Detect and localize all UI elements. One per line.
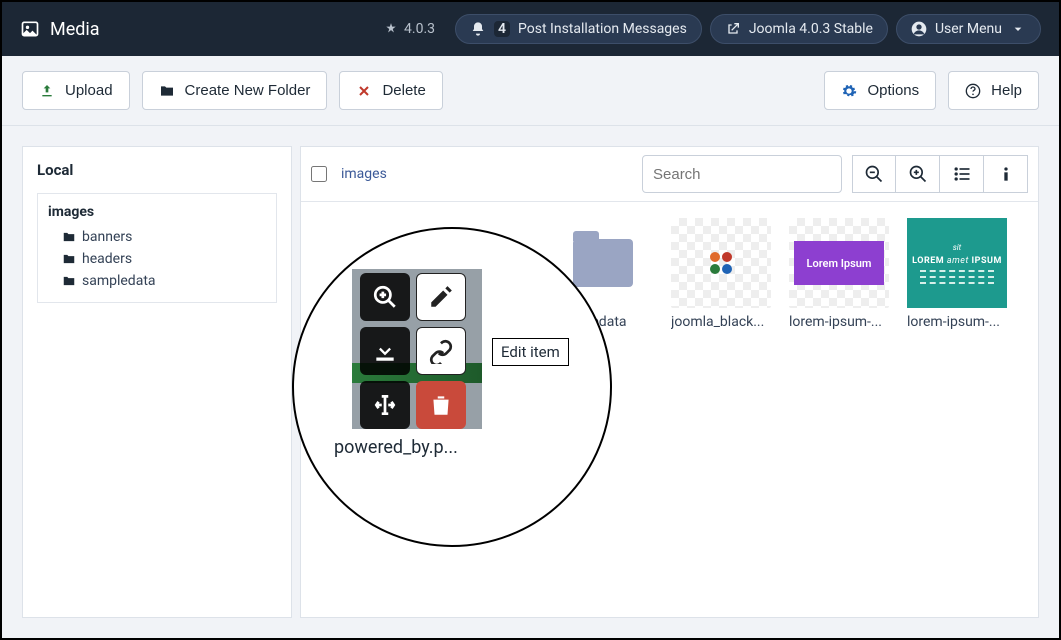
edit-tooltip: Edit item	[492, 338, 569, 366]
trash-icon	[428, 392, 454, 418]
grid-item-label: joomla_black...	[671, 314, 771, 330]
selected-thumbnail	[352, 269, 482, 429]
list-icon	[952, 164, 972, 184]
delete-action[interactable]	[416, 381, 466, 429]
pencil-icon	[428, 284, 454, 310]
thumbnail-teal: sit LOREM amet IPSUM	[907, 218, 1007, 308]
grid-item-label: lorem-ipsum-...	[907, 314, 1007, 330]
thumbnail-purple: Lorem Ipsum	[789, 218, 889, 308]
options-button[interactable]: Options	[824, 71, 936, 110]
tree-item-sampledata[interactable]: sampledata	[48, 270, 266, 292]
sidebar-tree: images banners headers sampledata	[37, 193, 277, 303]
help-icon	[965, 83, 981, 99]
zoom-in-icon	[372, 284, 398, 310]
joomla-version: 4.0.3	[384, 21, 435, 37]
link-icon	[428, 338, 454, 364]
user-menu-pill[interactable]: User Menu	[896, 14, 1041, 44]
post-install-label: Post Installation Messages	[518, 21, 687, 37]
user-icon	[911, 21, 927, 37]
info-button[interactable]	[984, 155, 1028, 193]
folder-icon	[573, 239, 633, 287]
item-action-grid	[360, 273, 466, 429]
tree-item-headers[interactable]: headers	[48, 248, 266, 270]
notifications-count: 4	[494, 21, 510, 37]
download-icon	[372, 338, 398, 364]
top-bar: Media 4.0.3 4 Post Installation Messages…	[2, 2, 1059, 56]
create-folder-button[interactable]: Create New Folder	[142, 71, 328, 110]
chevron-down-icon	[1010, 21, 1026, 37]
edit-action[interactable]	[416, 273, 466, 321]
zoom-out-button[interactable]	[852, 155, 896, 193]
tree-root[interactable]: images	[48, 204, 266, 220]
info-icon	[996, 164, 1016, 184]
breadcrumb[interactable]: images	[341, 166, 387, 182]
folder-icon	[159, 83, 175, 99]
toolbar: Upload Create New Folder Delete Options …	[2, 56, 1059, 126]
rename-action[interactable]	[360, 381, 410, 429]
rename-icon	[372, 392, 398, 418]
folder-icon	[62, 230, 76, 244]
delete-button[interactable]: Delete	[339, 71, 442, 110]
grid-item-image[interactable]: joomla_black...	[671, 218, 771, 330]
preview-action[interactable]	[360, 273, 410, 321]
tree-item-banners[interactable]: banners	[48, 226, 266, 248]
grid-item-image[interactable]: Lorem Ipsum lorem-ipsum-...	[789, 218, 889, 330]
delete-icon	[356, 83, 372, 99]
folder-icon	[62, 252, 76, 266]
joomla-stable-pill[interactable]: Joomla 4.0.3 Stable	[710, 14, 888, 44]
joomla-icon	[384, 22, 398, 36]
upload-button[interactable]: Upload	[22, 71, 130, 110]
search-input[interactable]	[642, 155, 842, 193]
page-title: Media	[20, 19, 100, 40]
magnifier-callout: powered_by.p...	[292, 227, 612, 547]
page-title-text: Media	[50, 19, 100, 40]
folder-icon	[62, 274, 76, 288]
external-link-icon	[725, 21, 741, 37]
sidebar-heading: Local	[37, 161, 277, 179]
list-view-button[interactable]	[940, 155, 984, 193]
bell-icon	[470, 21, 486, 37]
download-action[interactable]	[360, 327, 410, 375]
image-icon	[20, 19, 40, 39]
zoom-in-icon	[908, 164, 928, 184]
content-header: images	[301, 147, 1038, 202]
callout-filename: powered_by.p...	[334, 437, 458, 458]
select-all-checkbox[interactable]	[311, 166, 327, 182]
gear-icon	[841, 83, 857, 99]
zoom-in-button[interactable]	[896, 155, 940, 193]
help-button[interactable]: Help	[948, 71, 1039, 110]
upload-icon	[39, 83, 55, 99]
grid-item-image[interactable]: sit LOREM amet IPSUM lorem-ipsum-...	[907, 218, 1007, 330]
notifications-pill[interactable]: 4 Post Installation Messages	[455, 14, 702, 44]
zoom-out-icon	[864, 164, 884, 184]
sidebar: Local images banners headers sampledata	[22, 146, 292, 618]
thumbnail-joomla	[671, 218, 771, 308]
grid-item-label: lorem-ipsum-...	[789, 314, 889, 330]
link-action[interactable]	[416, 327, 466, 375]
